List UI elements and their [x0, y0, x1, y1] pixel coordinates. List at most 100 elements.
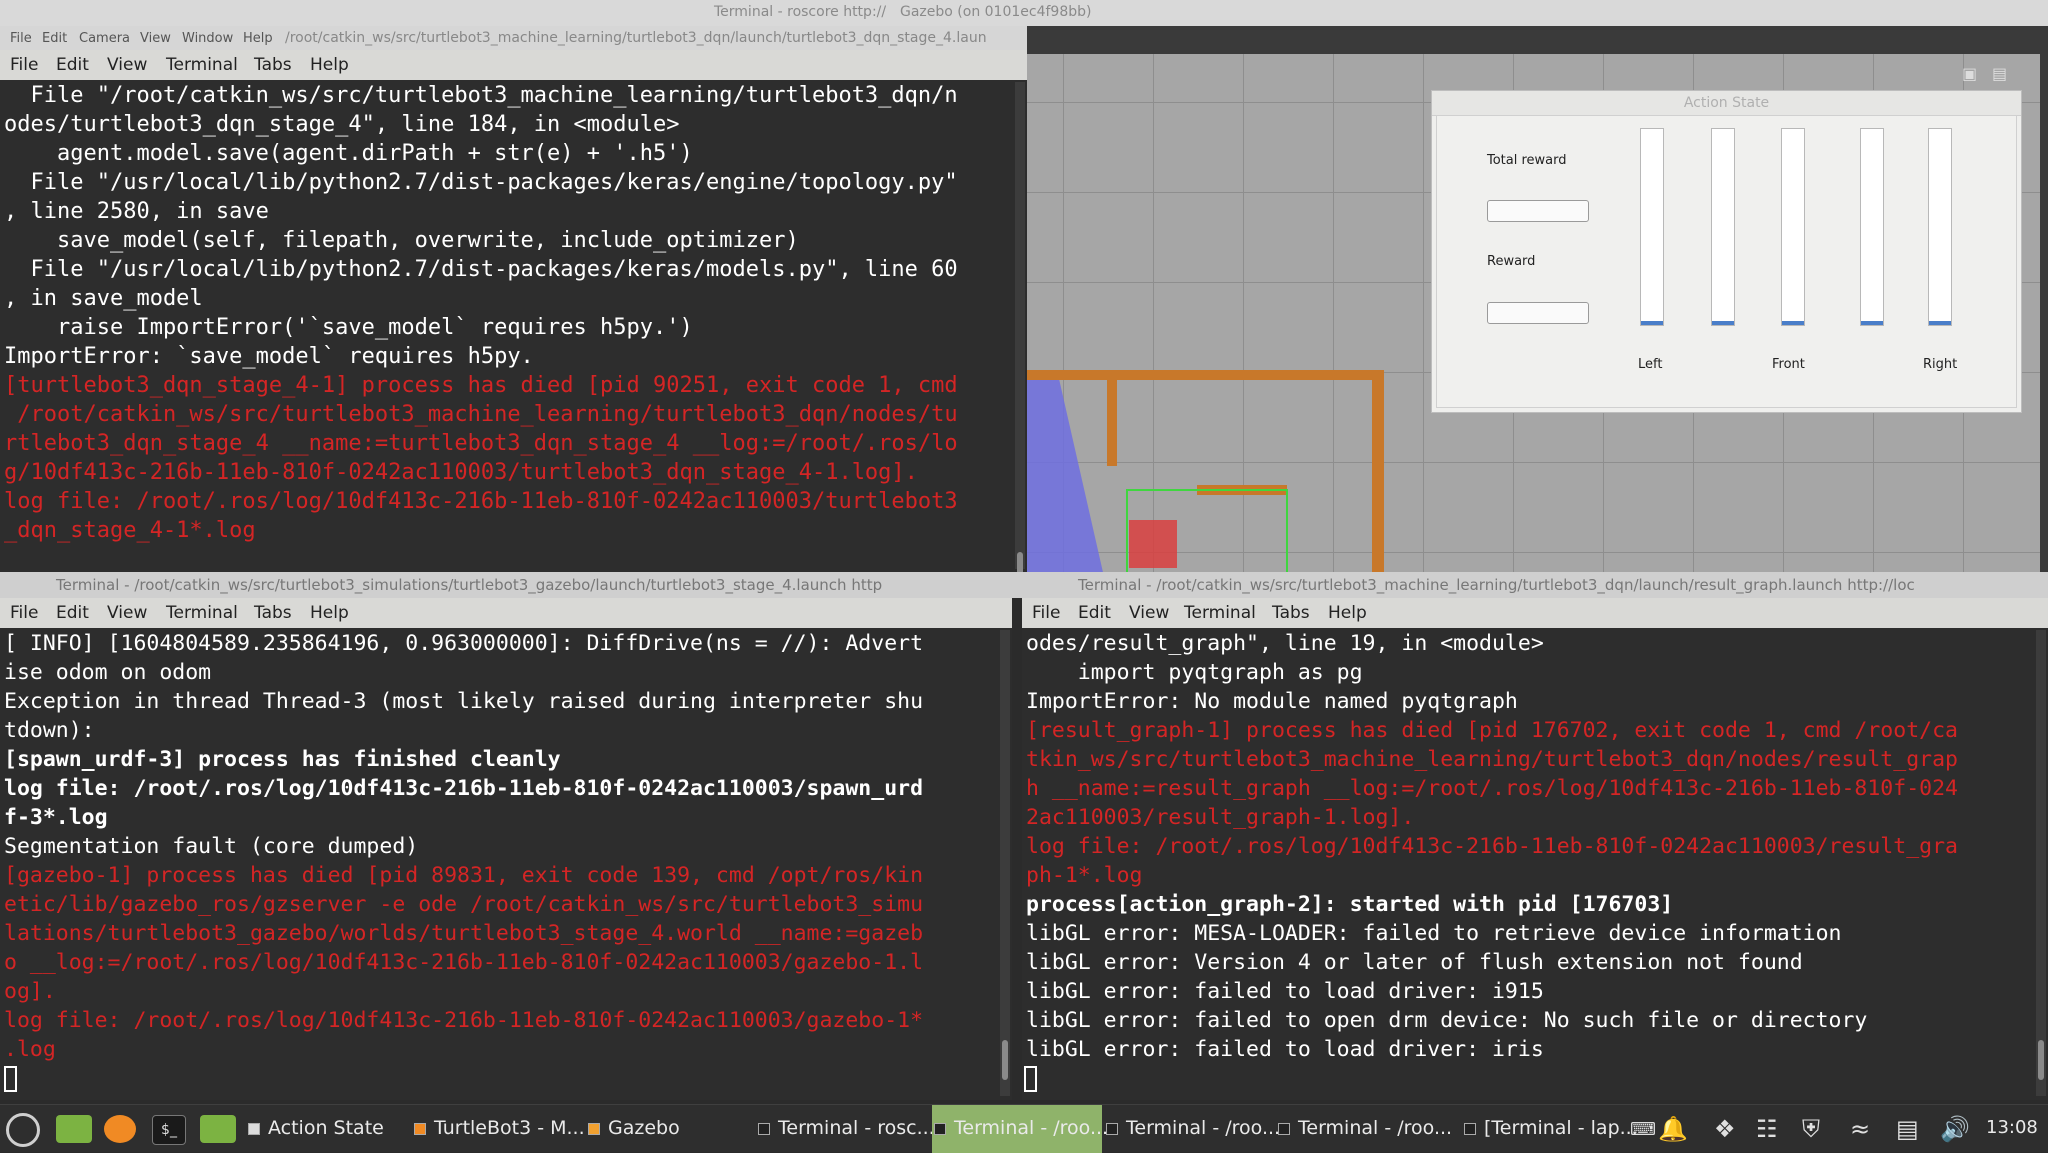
- terminal-result-graph[interactable]: File Edit View Terminal Tabs Help odes/r…: [1022, 598, 2048, 1100]
- terminal-2-title: Terminal - /root/catkin_ws/src/turtlebot…: [56, 576, 883, 594]
- terminal-line: o __log:=/root/.ros/log/10df413c-216b-11…: [4, 950, 924, 975]
- action-bar-4: [1928, 128, 1952, 326]
- camera-icon[interactable]: ▣: [1962, 64, 1984, 83]
- taskbar-item[interactable]: Gazebo: [586, 1105, 754, 1153]
- gazebo-menu-edit[interactable]: Edit: [42, 31, 67, 46]
- terminal-line: odes/result_graph", line 19, in <module>: [1026, 631, 1544, 656]
- wall-top: [1027, 370, 1381, 380]
- keyboard-icon[interactable]: ⌨: [1630, 1119, 1656, 1140]
- terminal-line: Exception in thread Thread-3 (most likel…: [4, 689, 924, 714]
- menu-file[interactable]: File: [10, 603, 38, 623]
- action-state-titlebar[interactable]: Action State: [1432, 91, 2021, 116]
- gazebo-menu-camera[interactable]: Camera: [79, 31, 130, 46]
- left-bar-label: Left: [1638, 357, 1663, 372]
- total-reward-field: [1487, 200, 1589, 222]
- menu-help[interactable]: Help: [310, 603, 349, 623]
- menu-tabs[interactable]: Tabs: [254, 603, 292, 623]
- terminal-line: File "/usr/local/lib/python2.7/dist-pack…: [4, 257, 958, 282]
- terminal-2-titlebar[interactable]: Terminal - /root/catkin_ws/src/turtlebot…: [0, 572, 1012, 598]
- terminal-line: tkin_ws/src/turtlebot3_machine_learning/…: [1026, 747, 1958, 772]
- menu-tabs[interactable]: Tabs: [1272, 603, 1310, 623]
- menu-file[interactable]: File: [1032, 603, 1060, 623]
- menu-edit[interactable]: Edit: [1078, 603, 1111, 623]
- terminal-line: log file: /root/.ros/log/10df413c-216b-1…: [4, 1008, 924, 1033]
- taskbar-item[interactable]: Terminal - /roo...: [1276, 1105, 1456, 1153]
- terminal-line: f-3*.log: [4, 805, 108, 830]
- scrollbar[interactable]: [2036, 630, 2046, 1096]
- terminal-line: libGL error: failed to load driver: iris: [1026, 1037, 1544, 1062]
- terminal-line: lations/turtlebot3_gazebo/worlds/turtleb…: [4, 921, 924, 946]
- terminal-line: libGL error: Version 4 or later of flush…: [1026, 950, 1803, 975]
- menu-help[interactable]: Help: [1328, 603, 1367, 623]
- volume-icon[interactable]: 🔊: [1940, 1115, 1970, 1143]
- taskbar-item[interactable]: [Terminal - lap...: [1462, 1105, 1638, 1153]
- terminal-line: [ INFO] [1604804589.235864196, 0.9630000…: [4, 631, 924, 656]
- notifications-icon[interactable]: 🔔: [1658, 1115, 1688, 1143]
- terminal-line: libGL error: failed to load driver: i915: [1026, 979, 1544, 1004]
- scrollbar[interactable]: [1015, 82, 1025, 573]
- record-icon[interactable]: ▤: [1992, 64, 2014, 83]
- terminal-line: h __name:=result_graph __log:=/root/.ros…: [1026, 776, 1958, 801]
- gazebo-window-title: Gazebo (on 0101ec4f98bb): [900, 4, 1092, 20]
- scrollbar-thumb[interactable]: [1002, 1040, 1008, 1080]
- terminal-output[interactable]: File "/root/catkin_ws/src/turtlebot3_mac…: [4, 81, 1009, 545]
- taskbar-item[interactable]: Terminal - rosc...: [756, 1105, 935, 1153]
- menu-view[interactable]: View: [1129, 603, 1169, 623]
- gazebo-menu-help[interactable]: Help: [243, 31, 273, 46]
- terminal-output[interactable]: [ INFO] [1604804589.235864196, 0.9630000…: [4, 629, 994, 1064]
- terminal-line: process[action_graph-2]: started with pi…: [1026, 892, 1674, 917]
- menu-terminal[interactable]: Terminal: [166, 603, 238, 623]
- gazebo-menu-view[interactable]: View: [140, 31, 171, 46]
- terminal-menubar: File Edit View Terminal Tabs Help: [0, 50, 1027, 80]
- menu-view[interactable]: View: [107, 55, 147, 75]
- terminal-line: Segmentation fault (core dumped): [4, 834, 419, 859]
- menu-file[interactable]: File: [10, 55, 38, 75]
- background-title-bar: Terminal - roscore http:// Gazebo (on 01…: [0, 0, 2048, 26]
- scrollbar-thumb[interactable]: [2038, 1040, 2044, 1080]
- action-bar-0: [1640, 128, 1664, 326]
- battery-icon[interactable]: ▤: [1896, 1115, 1919, 1143]
- taskbar-item[interactable]: TurtleBot3 - M...: [412, 1105, 585, 1153]
- taskbar-item[interactable]: Terminal - /roo...: [932, 1105, 1108, 1153]
- update-shield-icon[interactable]: ⛨: [1802, 1115, 1820, 1143]
- wifi-icon[interactable]: ≈: [1850, 1115, 1870, 1143]
- terminal-line: /root/catkin_ws/src/turtlebot3_machine_l…: [4, 402, 958, 427]
- menu-edit[interactable]: Edit: [56, 55, 89, 75]
- terminal-gazebo-stage-4[interactable]: File Edit View Terminal Tabs Help [ INFO…: [0, 598, 1012, 1100]
- clipboard-icon[interactable]: ☷: [1756, 1115, 1778, 1143]
- show-desktop-icon[interactable]: [56, 1115, 92, 1143]
- terminal-line: File "/root/catkin_ws/src/turtlebot3_mac…: [4, 83, 958, 108]
- menu-tabs[interactable]: Tabs: [254, 55, 292, 75]
- gazebo-menu-window[interactable]: Window: [182, 31, 233, 46]
- terminal-menubar: File Edit View Terminal Tabs Help: [1022, 598, 2048, 628]
- terminal-line: og].: [4, 979, 56, 1004]
- files-icon[interactable]: [200, 1115, 236, 1143]
- action-state-window[interactable]: Action State Total reward Reward Left Fr…: [1431, 90, 2022, 413]
- terminal-line: libGL error: MESA-LOADER: failed to retr…: [1026, 921, 1842, 946]
- menu-view[interactable]: View: [107, 603, 147, 623]
- reward-label: Reward: [1487, 254, 1536, 269]
- mint-menu-icon[interactable]: [6, 1113, 40, 1147]
- menu-help[interactable]: Help: [310, 55, 349, 75]
- bluetooth-icon[interactable]: ❖: [1714, 1115, 1736, 1143]
- terminal-3-titlebar[interactable]: Terminal - /root/catkin_ws/src/turtlebot…: [1012, 572, 2048, 598]
- firefox-icon[interactable]: [104, 1115, 136, 1143]
- menu-edit[interactable]: Edit: [56, 603, 89, 623]
- reward-field: [1487, 302, 1589, 324]
- terminal-output[interactable]: odes/result_graph", line 19, in <module>…: [1026, 629, 2030, 1064]
- scrollbar-thumb[interactable]: [1017, 552, 1023, 573]
- menu-terminal[interactable]: Terminal: [1184, 603, 1256, 623]
- taskbar-item[interactable]: Terminal - /roo...: [1104, 1105, 1280, 1153]
- terminal-line: File "/usr/local/lib/python2.7/dist-pack…: [4, 170, 958, 195]
- terminal-line: [turtlebot3_dqn_stage_4-1] process has d…: [4, 373, 958, 398]
- gazebo-menu-file[interactable]: File: [10, 31, 32, 46]
- terminal-line: import pyqtgraph as pg: [1026, 660, 1363, 685]
- right-bar-label: Right: [1923, 357, 1958, 372]
- scrollbar[interactable]: [1000, 630, 1010, 1096]
- taskbar-item[interactable]: Action State: [246, 1105, 406, 1153]
- terminal-line: , line 2580, in save: [4, 199, 269, 224]
- terminal-launcher-icon[interactable]: $_: [152, 1115, 186, 1145]
- terminal-dqn-stage-4[interactable]: File Edit View Terminal Tabs Help File "…: [0, 50, 1027, 573]
- roscore-window-title: Terminal - roscore http://: [714, 4, 887, 20]
- menu-terminal[interactable]: Terminal: [166, 55, 238, 75]
